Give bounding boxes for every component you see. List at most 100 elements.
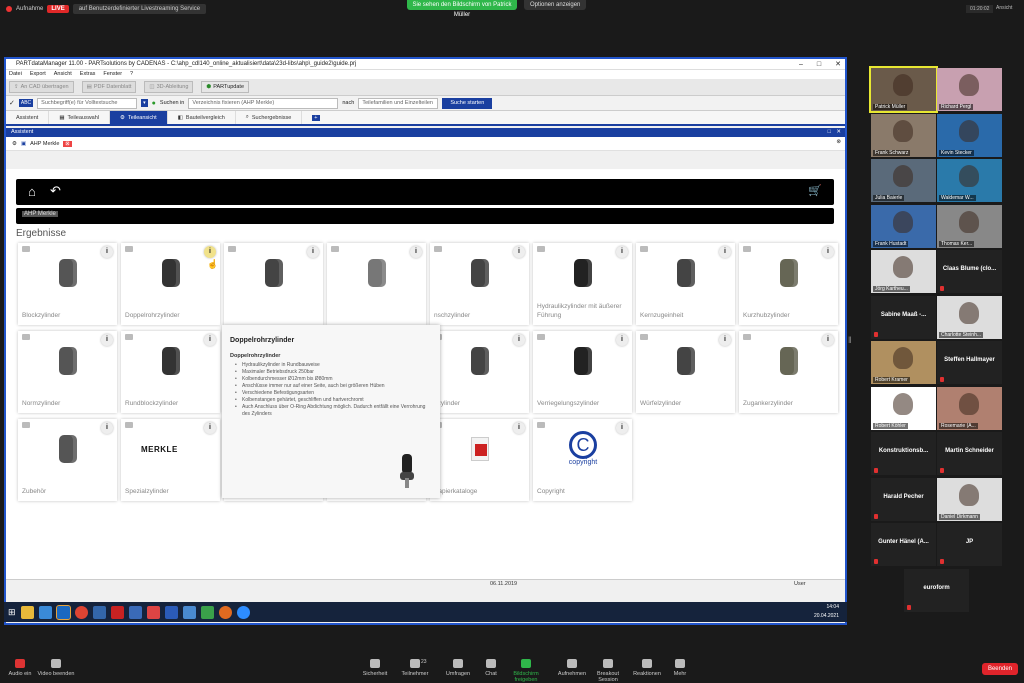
chart-app-icon[interactable] bbox=[92, 605, 106, 619]
participant-tile[interactable]: Harald Pecher bbox=[871, 477, 936, 521]
tab-assistent[interactable]: Assistent bbox=[6, 111, 50, 124]
fulltext-search-input[interactable]: Suchbegriff(e) für Volltextsuche bbox=[37, 97, 138, 109]
info-icon[interactable]: i bbox=[822, 334, 834, 346]
tab-suchergebnisse[interactable]: ⌕ Suchergebnisse bbox=[236, 111, 303, 124]
participant-tile[interactable]: Gunter Hänel (A... bbox=[871, 523, 936, 566]
cadenas-icon[interactable] bbox=[182, 605, 196, 619]
close-icon[interactable]: ✕ bbox=[835, 59, 841, 70]
participant-tile[interactable]: Rosemarie (A... bbox=[937, 386, 1002, 430]
participant-tile[interactable]: Thomas Ker... bbox=[937, 204, 1002, 248]
home-icon[interactable]: ⌂ bbox=[28, 184, 36, 199]
tab-bauteilvergleich[interactable]: ◧ Bauteilvergleich bbox=[168, 111, 236, 124]
partupdate-button[interactable]: ⬢ PARTupdate bbox=[201, 81, 250, 93]
info-icon[interactable]: i bbox=[513, 422, 525, 434]
participant-tile[interactable]: Richard Pergl bbox=[937, 68, 1002, 111]
breadcrumb-item[interactable]: AHP Merkle bbox=[30, 141, 59, 147]
word-icon[interactable] bbox=[164, 605, 178, 619]
tab-teileauswahl[interactable]: ▦ Teileauswahl bbox=[49, 111, 111, 124]
catalog-card[interactable]: i Hydraulikzylinder mit äußerer Führung bbox=[533, 243, 632, 325]
catalog-card[interactable]: i Normzylinder bbox=[18, 331, 117, 413]
search-type-select[interactable]: Teilefamilien und Einzelteilen bbox=[358, 97, 439, 109]
catalog-card[interactable]: i bbox=[224, 243, 323, 325]
catalog-card[interactable]: i bbox=[327, 243, 426, 325]
info-icon[interactable]: i bbox=[101, 422, 113, 434]
catalog-card[interactable]: i Doppelrohrzylinder ☝ bbox=[121, 243, 220, 325]
participant-tile[interactable]: Jörg Kartheu... bbox=[871, 250, 936, 293]
participant-tile[interactable]: Charlotte Steinh... bbox=[937, 295, 1002, 339]
catalog-card[interactable]: i nschzylinder bbox=[430, 243, 529, 325]
participant-tile[interactable]: Frank Schwarz bbox=[871, 113, 936, 157]
catalog-card[interactable]: i Kurzhubzylinder bbox=[739, 243, 838, 325]
info-icon[interactable]: i bbox=[719, 334, 731, 346]
info-icon[interactable]: i bbox=[616, 422, 628, 434]
participant-tile[interactable]: Robert Kramer bbox=[871, 341, 936, 384]
dropdown-arrow-icon[interactable]: ▾ bbox=[141, 99, 148, 107]
info-icon[interactable]: i bbox=[616, 334, 628, 346]
resize-handle[interactable]: ‖ bbox=[848, 335, 852, 345]
control-chat[interactable]: Chat bbox=[471, 659, 511, 677]
info-icon[interactable]: i bbox=[204, 246, 216, 258]
panel-close-icon[interactable]: ✕ bbox=[836, 128, 841, 137]
participant-tile[interactable]: Claas Blume (clo... bbox=[937, 250, 1002, 293]
view-button[interactable]: Ansicht bbox=[996, 5, 1012, 11]
minimize-icon[interactable]: – bbox=[799, 59, 803, 70]
explorer-icon[interactable] bbox=[20, 605, 34, 619]
participant-tile[interactable]: JP bbox=[937, 523, 1002, 566]
participant-tile[interactable]: euroform bbox=[904, 568, 969, 612]
participant-tile[interactable]: Julia Baierle bbox=[871, 159, 936, 202]
participant-tile[interactable]: Steffen Hallmayer bbox=[937, 341, 1002, 384]
path-label[interactable]: AHP Merkle bbox=[22, 211, 58, 217]
control-share-screen[interactable]: Bildschirm freigeben bbox=[506, 659, 546, 683]
catalog-card[interactable]: i MERKLE Spezialzylinder bbox=[121, 419, 220, 501]
catalog-card[interactable]: i Verriegelungszylinder bbox=[533, 331, 632, 413]
control-record[interactable]: Aufnehmen bbox=[552, 659, 592, 677]
pdf-datasheet-button[interactable]: ▤ PDF Datenblatt bbox=[81, 81, 137, 93]
cart-icon[interactable]: 🛒 bbox=[808, 184, 822, 197]
info-icon[interactable]: i bbox=[513, 246, 525, 258]
close-circle-icon[interactable]: ⊗ bbox=[836, 139, 841, 145]
menu-item-export[interactable]: Export bbox=[30, 70, 46, 79]
abc-toggle[interactable]: ABC bbox=[18, 99, 34, 107]
catalog-card[interactable]: i Würfelzylinder bbox=[636, 331, 735, 413]
control-microphone[interactable]: Audio ein bbox=[0, 659, 40, 677]
control-shield[interactable]: Sicherheit bbox=[355, 659, 395, 677]
participant-tile[interactable]: Martin Schneider bbox=[937, 432, 1002, 475]
info-icon[interactable]: i bbox=[204, 334, 216, 346]
menu-item-fenster[interactable]: Fenster bbox=[103, 70, 122, 79]
windows-start-icon[interactable]: ⊞ bbox=[8, 607, 16, 618]
catalog-card[interactable]: i Zugankerzylinder bbox=[739, 331, 838, 413]
control-breakout[interactable]: Breakout Session bbox=[588, 659, 628, 683]
menu-item-ansicht[interactable]: Ansicht bbox=[54, 70, 72, 79]
menu-item-help[interactable]: ? bbox=[130, 70, 133, 79]
info-icon[interactable]: i bbox=[822, 246, 834, 258]
tab-add-button[interactable]: + bbox=[302, 111, 329, 124]
search-scope-select[interactable]: Verzeichnis fixieren (AHP Merkle) bbox=[188, 97, 339, 109]
app-icon[interactable] bbox=[38, 605, 52, 619]
firefox-icon[interactable] bbox=[218, 605, 232, 619]
participant-tile[interactable]: Daniel Dirkmann bbox=[937, 477, 1002, 521]
control-video-camera[interactable]: Video beenden bbox=[36, 659, 76, 677]
info-icon[interactable]: i bbox=[307, 246, 319, 258]
catalog-card[interactable]: i Papierkataloge bbox=[430, 419, 529, 501]
derivation-3d-button[interactable]: ◫ 3D-Ableitung bbox=[144, 81, 194, 93]
info-icon[interactable]: i bbox=[719, 246, 731, 258]
transfer-cad-button[interactable]: ⇪ An CAD übertragen bbox=[9, 81, 74, 93]
participant-tile[interactable]: Frank Hustadt bbox=[871, 204, 936, 248]
info-icon[interactable]: i bbox=[101, 334, 113, 346]
panel-restore-icon[interactable]: □ bbox=[828, 128, 831, 137]
control-participants[interactable]: 23 Teilnehmer bbox=[395, 659, 435, 677]
catalog-card[interactable]: i Kernzugeinheit bbox=[636, 243, 735, 325]
outlook-icon[interactable] bbox=[55, 604, 71, 620]
participant-tile[interactable]: Kevin Stecker bbox=[937, 113, 1002, 157]
menu-item-extras[interactable]: Extras bbox=[80, 70, 96, 79]
catalog-card[interactable]: i Zubehör bbox=[18, 419, 117, 501]
catalog-card[interactable]: i Ccopyright Copyright bbox=[533, 419, 632, 501]
view-options-button[interactable]: Optionen anzeigen bbox=[524, 0, 587, 10]
info-icon[interactable]: i bbox=[101, 246, 113, 258]
catalog-card[interactable]: i Blockzylinder bbox=[18, 243, 117, 325]
catalog-card[interactable]: i Rundblockzylinder bbox=[121, 331, 220, 413]
info-icon[interactable]: i bbox=[204, 422, 216, 434]
participant-tile[interactable]: Konstruktionsb... bbox=[871, 432, 936, 475]
settings-icon[interactable]: ⚙ bbox=[12, 141, 17, 147]
participant-tile[interactable]: Robert Köhler bbox=[871, 386, 936, 430]
